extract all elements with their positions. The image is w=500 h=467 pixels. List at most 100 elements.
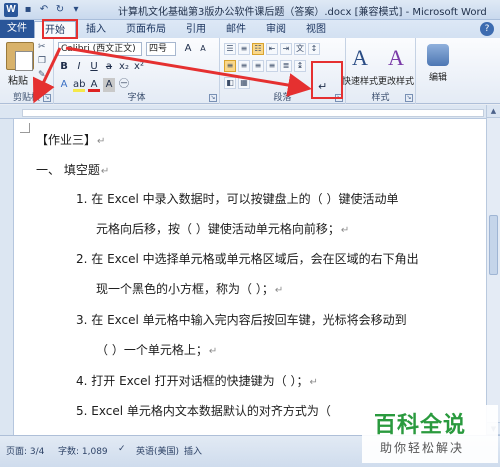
- question-line: 4. 打开 Excel 打开对话框的快捷键为（ ）；↵: [76, 372, 318, 389]
- question-line: 3. 在 Excel 单元格中输入完内容后按回车键，光标将会移动到: [76, 311, 407, 328]
- proofing-icon[interactable]: ✓: [118, 444, 126, 454]
- window-title: 计算机文化基础第3版办公软件课后题（答案）.docx [兼容模式] - Micr…: [118, 7, 487, 18]
- change-styles-button[interactable]: A 更改样式: [376, 42, 416, 87]
- enclose-char-icon[interactable]: ㊀: [118, 78, 130, 92]
- question-line: （ ）一个单元格上；↵: [96, 341, 217, 358]
- home-tab-highlight: [42, 19, 78, 39]
- paragraph-row-3: ◧ ▦: [224, 77, 250, 89]
- editing-button[interactable]: 编辑: [420, 42, 456, 83]
- quick-styles-label: 快速样式: [341, 77, 378, 87]
- assignment-heading: 【作业三】↵: [36, 131, 105, 148]
- question-text: 4. 打开 Excel 打开对话框的快捷键为（ ）；: [76, 374, 309, 388]
- quick-styles-icon: A: [352, 45, 368, 70]
- editing-label: 编辑: [428, 73, 447, 83]
- question-line: 现一个黑色的小方框，称为（ ）；↵: [96, 280, 283, 297]
- grow-font-icon[interactable]: A: [182, 42, 194, 56]
- bold-icon[interactable]: B: [58, 60, 70, 74]
- watermark-title: 百科全说: [374, 413, 467, 438]
- question-text: 5. Excel 单元格内文本数据默认的对齐方式为（: [76, 404, 331, 418]
- question-text: （ ）一个单元格上；: [96, 343, 208, 357]
- copy-icon[interactable]: ❐: [38, 56, 50, 66]
- clipboard-small-icons: ✂ ❐ ✎: [38, 42, 50, 80]
- highlight-icon[interactable]: ab: [73, 78, 85, 92]
- align-center-icon[interactable]: ≡: [238, 60, 250, 72]
- line-spacing-icon[interactable]: ↨: [294, 60, 306, 72]
- scroll-thumb[interactable]: [489, 215, 498, 275]
- decrease-indent-icon[interactable]: ⇤: [266, 43, 278, 55]
- clipboard-launcher-icon[interactable]: ↘: [43, 94, 51, 102]
- question-line: 1. 在 Excel 中录入数据时，可以按键盘上的（ ）键使活动单: [76, 190, 399, 207]
- word-app-icon[interactable]: W: [4, 2, 18, 17]
- vertical-ruler[interactable]: [0, 119, 14, 435]
- tab-review[interactable]: 审阅: [256, 21, 296, 38]
- vertical-scrollbar[interactable]: ▲ ▼: [486, 105, 500, 435]
- insert-mode-indicator[interactable]: 插入: [184, 444, 202, 457]
- question-line: 元格向后移，按（ ）键使活动单元格向前移；↵: [96, 220, 349, 237]
- styles-launcher-icon[interactable]: ↘: [405, 94, 413, 102]
- scroll-up-icon[interactable]: ▲: [487, 105, 500, 118]
- shrink-font-icon[interactable]: A: [197, 42, 209, 56]
- page-counter[interactable]: 页面: 3/4: [6, 444, 44, 457]
- format-painter-icon[interactable]: ✎: [38, 70, 50, 80]
- cut-icon[interactable]: ✂: [38, 42, 50, 52]
- ribbon: 粘贴 ✂ ❐ ✎ 剪贴板 ↘ 字体 ↘ Calibri (西文正文) 四号 A …: [0, 38, 500, 104]
- numbering-icon[interactable]: ≡: [238, 43, 250, 55]
- multilevel-list-icon[interactable]: ☷: [252, 43, 264, 55]
- borders-icon[interactable]: ▦: [238, 77, 250, 89]
- horizontal-ruler[interactable]: [0, 105, 500, 119]
- title-bar: W ▪ ↶ ↻ ▾ 计算机文化基础第3版办公软件课后题（答案）.docx [兼容…: [0, 0, 500, 20]
- shading-icon[interactable]: ◧: [224, 77, 236, 89]
- align-right-icon[interactable]: ≡: [252, 60, 264, 72]
- distributed-icon[interactable]: ≣: [280, 60, 292, 72]
- font-name-select[interactable]: Calibri (西文正文): [58, 42, 142, 56]
- paragraph-row-1: ☰ ≡ ☷ ⇤ ⇥ 文 ↕: [224, 43, 320, 55]
- help-icon[interactable]: ?: [480, 22, 494, 36]
- tab-page-layout[interactable]: 页面布局: [116, 21, 176, 38]
- paragraph-mark: ↵: [208, 346, 218, 357]
- strikethrough-icon[interactable]: a: [103, 60, 115, 74]
- watermark-subtitle: 助你轻松解决: [380, 441, 465, 455]
- quick-access-toolbar: ▪ ↶ ↻ ▾: [22, 4, 82, 15]
- question-text: 3. 在 Excel 单元格中输入完内容后按回车键，光标将会移动到: [76, 313, 407, 327]
- font-size-select[interactable]: 四号: [146, 42, 176, 56]
- font-format-row-2: A ab A A ㊀: [58, 78, 130, 92]
- sort-icon[interactable]: ↕: [308, 43, 320, 55]
- font-format-row-1: B I U a x₂ x²: [58, 60, 145, 74]
- bullets-icon[interactable]: ☰: [224, 43, 236, 55]
- paste-icon[interactable]: [6, 42, 34, 71]
- section-heading-text: 一、 填空题: [36, 163, 100, 177]
- tab-view[interactable]: 视图: [296, 21, 336, 38]
- subscript-icon[interactable]: x₂: [118, 60, 130, 74]
- paragraph-mark: ↵: [274, 285, 284, 296]
- question-line: 2. 在 Excel 中选择单元格或单元格区域后，会在区域的右下角出: [76, 250, 419, 267]
- text-effects-icon[interactable]: A: [58, 78, 70, 92]
- show-formatting-highlight: [311, 61, 343, 99]
- asian-layout-icon[interactable]: 文: [294, 43, 306, 55]
- tab-insert[interactable]: 插入: [76, 21, 116, 38]
- tab-mailings[interactable]: 邮件: [216, 21, 256, 38]
- clipboard-group: 粘贴 ✂ ❐ ✎ 剪贴板 ↘: [0, 38, 54, 104]
- word-count[interactable]: 字数: 1,089: [58, 444, 108, 457]
- char-shading-icon[interactable]: A: [103, 78, 115, 92]
- tab-file[interactable]: 文件: [0, 20, 34, 38]
- justify-icon[interactable]: ≡: [266, 60, 278, 72]
- undo-icon[interactable]: ↶: [38, 4, 50, 15]
- paste-button[interactable]: 粘贴: [8, 72, 28, 87]
- redo-icon[interactable]: ↻: [54, 4, 66, 15]
- document-page[interactable]: 【作业三】↵ 一、 填空题↵ 1. 在 Excel 中录入数据时，可以按键盘上的…: [14, 119, 486, 435]
- quick-styles-button[interactable]: A 快速样式: [340, 42, 380, 87]
- save-icon[interactable]: ▪: [22, 4, 34, 15]
- align-left-icon[interactable]: ≡: [224, 60, 236, 72]
- language-indicator[interactable]: 英语(美国): [136, 444, 179, 457]
- tab-references[interactable]: 引用: [176, 21, 216, 38]
- font-launcher-icon[interactable]: ↘: [209, 94, 217, 102]
- qat-dropdown-icon[interactable]: ▾: [70, 4, 82, 15]
- superscript-icon[interactable]: x²: [133, 60, 145, 74]
- underline-icon[interactable]: U: [88, 60, 100, 74]
- increase-indent-icon[interactable]: ⇥: [280, 43, 292, 55]
- baike-watermark: 百科全说 助你轻松解决: [362, 405, 498, 463]
- section-heading: 一、 填空题↵: [36, 161, 109, 178]
- find-binoculars-icon: [427, 44, 449, 66]
- italic-icon[interactable]: I: [73, 60, 85, 74]
- font-color-icon[interactable]: A: [88, 78, 100, 92]
